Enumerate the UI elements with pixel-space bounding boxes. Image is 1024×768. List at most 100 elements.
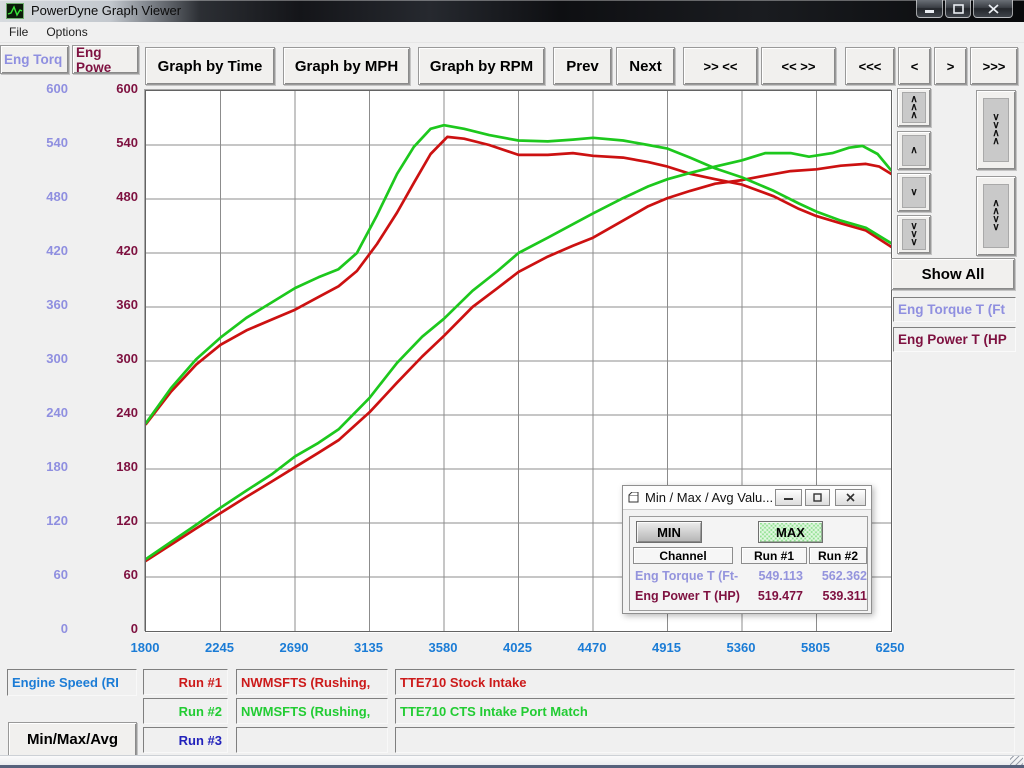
torque-axis-tick-360: 360 [18,297,68,312]
run-label-3[interactable]: Run #3 [143,727,228,753]
power-axis-tick-300: 300 [88,351,138,366]
minimize-button[interactable] [916,0,943,18]
minmax-close-button[interactable] [835,489,866,506]
max-button[interactable]: MAX [758,521,823,543]
close-button[interactable] [973,0,1013,18]
glyph-button[interactable]: > [934,47,967,85]
resize-grip-icon[interactable] [1010,756,1023,765]
minmax-window-title: Min / Max / Avg Valu... [645,490,773,505]
glyph-button[interactable]: << >> [761,47,836,85]
minmax-run1-value-1: 549.113 [741,569,803,583]
torque-axis-tick-120: 120 [18,513,68,528]
power-axis-tick-360: 360 [88,297,138,312]
glyph-button[interactable]: >>> [970,47,1018,85]
rpm-axis-tick-4470: 4470 [560,640,624,655]
app-icon [6,3,24,19]
collapse-scale-button-icon: ∨∨∧∧ [983,98,1009,162]
min-button[interactable]: MIN [636,521,702,543]
minmax-restore-button[interactable] [805,489,830,506]
minmax-run1-value-2: 519.477 [741,589,803,603]
power-axis-tick-240: 240 [88,405,138,420]
expand-scale-button-icon: ∧∧∨∨ [983,184,1009,248]
run-3-description-box[interactable] [395,727,1015,753]
glyph-button[interactable]: < [898,47,931,85]
run-3-operator-box[interactable] [236,727,388,753]
maximize-button[interactable] [945,0,971,18]
rpm-axis-tick-5805: 5805 [784,640,848,655]
run-1-operator-box[interactable]: NWMSFTS (Rushing, [236,669,388,695]
prev-button[interactable]: Prev [553,47,612,85]
power-channel-label[interactable]: Eng Power T (HP [893,327,1016,352]
window-controls [916,0,1015,18]
scroll-up-button-icon: ∧ [902,135,926,166]
rpm-axis-tick-3135: 3135 [337,640,401,655]
run-2-operator-box[interactable]: NWMSFTS (Rushing, [236,698,388,724]
torque-axis-tick-0: 0 [18,621,68,636]
rpm-axis-tick-3580: 3580 [411,640,475,655]
scroll-down-button[interactable]: ∨ [897,173,931,212]
torque-axis-tick-240: 240 [18,405,68,420]
graph-by-mph-button[interactable]: Graph by MPH [283,47,410,85]
glyph-button[interactable]: >> << [683,47,758,85]
rpm-axis-tick-1800: 1800 [113,640,177,655]
power-axis-tick-60: 60 [88,567,138,582]
expand-scale-button[interactable]: ∧∧∨∨ [976,176,1016,256]
power-axis-tick-180: 180 [88,459,138,474]
power-axis-tick-540: 540 [88,135,138,150]
minmax-channel-eng-power-t-hp: Eng Power T (HP) [635,589,740,603]
minmax-titlebar[interactable]: Min / Max / Avg Valu... [623,486,871,510]
minmax-column-header-run-1[interactable]: Run #1 [741,547,807,564]
torque-axis-tick-420: 420 [18,243,68,258]
power-axis-tick-480: 480 [88,189,138,204]
minmax-column-header-channel[interactable]: Channel [633,547,733,564]
torque-axis-tick-540: 540 [18,135,68,150]
minmax-window-icon [628,492,641,503]
show-all-button[interactable]: Show All [891,258,1015,290]
menu-item-file[interactable]: File [0,23,37,41]
torque-axis-tick-480: 480 [18,189,68,204]
channel-axis-button-eng-torq[interactable]: Eng Torq [0,45,69,74]
power-axis-tick-0: 0 [88,621,138,636]
collapse-scale-button[interactable]: ∨∨∧∧ [976,90,1016,170]
rpm-axis-tick-2690: 2690 [262,640,326,655]
scroll-up-fast-button[interactable]: ∧∧∧ [897,88,931,127]
run-1-description-box[interactable]: TTE710 Stock Intake [395,669,1015,695]
rpm-axis-tick-4025: 4025 [486,640,550,655]
scroll-up-button[interactable]: ∧ [897,131,931,170]
x-axis-channel-button[interactable]: Engine Speed (RI [7,669,137,696]
rpm-axis-tick-6250: 6250 [858,640,922,655]
glyph-button[interactable]: <<< [845,47,895,85]
graph-by-time-button[interactable]: Graph by Time [145,47,275,85]
scroll-up-fast-button-icon: ∧∧∧ [902,92,926,123]
rpm-axis-tick-2245: 2245 [188,640,252,655]
graph-by-rpm-button[interactable]: Graph by RPM [418,47,545,85]
minmax-run2-value-2: 539.311 [809,589,867,603]
power-channel-text: Eng Power T (HP [898,332,1007,347]
minmax-run2-value-1: 562.362 [809,569,867,583]
window-title: PowerDyne Graph Viewer [31,3,181,18]
scroll-down-button-icon: ∨ [902,177,926,208]
torque-axis-tick-180: 180 [18,459,68,474]
run-2-description-box[interactable]: TTE710 CTS Intake Port Match [395,698,1015,724]
next-button[interactable]: Next [616,47,675,85]
torque-channel-label[interactable]: Eng Torque T (Ft [893,297,1016,322]
powerdyne-window: PowerDyne Graph Viewer FileOptions Eng T… [0,0,1024,768]
min-max-avg-button[interactable]: Min/Max/Avg [8,722,137,757]
title-bar: PowerDyne Graph Viewer [0,0,1024,22]
run-label-1[interactable]: Run #1 [143,669,228,695]
menu-bar: FileOptions [0,22,1024,43]
power-axis-tick-120: 120 [88,513,138,528]
torque-channel-text: Eng Torque T (Ft [898,302,1005,317]
minmax-column-header-run-2[interactable]: Run #2 [809,547,867,564]
minmax-minimize-button[interactable] [775,489,802,506]
torque-axis-tick-300: 300 [18,351,68,366]
rpm-axis-tick-4915: 4915 [635,640,699,655]
run-label-2[interactable]: Run #2 [143,698,228,724]
power-axis-tick-600: 600 [88,81,138,96]
scroll-down-fast-button[interactable]: ∨∨∨ [897,215,931,254]
power-axis-tick-420: 420 [88,243,138,258]
menu-item-options[interactable]: Options [37,23,96,41]
minmax-channel-eng-torque-t-ft: Eng Torque T (Ft- [635,569,738,583]
channel-axis-button-eng-powe[interactable]: Eng Powe [72,45,139,74]
scroll-down-fast-button-icon: ∨∨∨ [902,219,926,250]
